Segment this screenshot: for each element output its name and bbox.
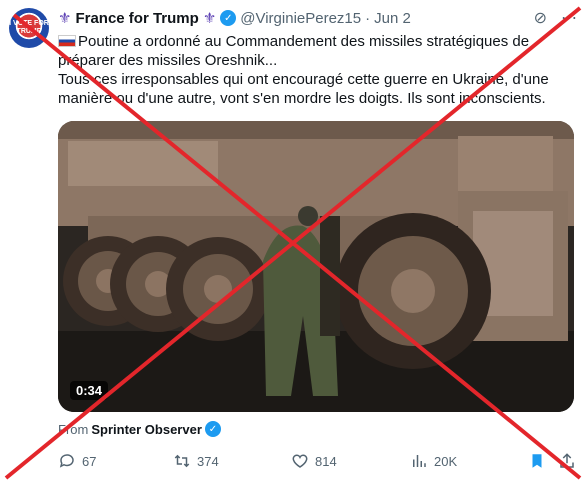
post-date[interactable]: Jun 2 [374, 10, 411, 27]
media-attribution: From Sprinter Observer ✓ [58, 421, 221, 437]
video-player[interactable]: 0:34 [58, 121, 574, 412]
avatar-text: I VOTE FOR TRUMP [9, 20, 49, 35]
reply-count: 67 [82, 453, 97, 469]
russia-flag-icon [58, 35, 76, 47]
video-frame [58, 121, 574, 412]
share-icon [560, 453, 574, 468]
share-button[interactable] [558, 452, 576, 470]
video-duration: 0:34 [70, 381, 109, 400]
fleur-de-lis-icon-2: ⚜ [202, 10, 217, 27]
repost-icon [174, 454, 190, 468]
more-options-icon[interactable]: ⋯ [561, 8, 577, 28]
source-account[interactable]: Sprinter Observer [91, 422, 202, 437]
from-prefix: From [58, 421, 89, 437]
header-icons: ⊘ ⋯ [534, 8, 577, 28]
verified-badge-icon: ✓ [220, 10, 237, 26]
like-button[interactable]: 814 [291, 452, 337, 470]
grok-icon[interactable]: ⊘ [534, 8, 547, 28]
reply-button[interactable]: 67 [58, 452, 96, 470]
tweet-text: Poutine a ordonné au Commandement des mi… [58, 32, 573, 108]
view-count: 20K [434, 453, 458, 469]
display-name[interactable]: France for Trump [75, 10, 198, 27]
avatar[interactable]: I VOTE FOR TRUMP [9, 8, 49, 48]
tweet-line-1: Poutine a ordonné au Commandement des mi… [58, 33, 530, 69]
tweet-line-2: Tous ces irresponsables qui ont encourag… [58, 71, 549, 107]
user-handle[interactable]: @VirginiePerez15 [240, 10, 361, 27]
views-button[interactable]: 20K [410, 452, 457, 470]
heart-icon [292, 454, 308, 468]
like-count: 814 [315, 453, 337, 469]
source-verified-icon: ✓ [204, 421, 221, 437]
action-bar: 67 374 814 20K [58, 452, 577, 470]
bookmark-icon [532, 454, 542, 468]
bookmark-button[interactable] [528, 452, 546, 470]
separator-dot: · [365, 9, 371, 27]
tweet-header: ⚜ France for Trump ⚜ ✓ @VirginiePerez15 … [58, 8, 577, 28]
views-bar-chart-icon [413, 455, 426, 467]
reply-icon [59, 454, 74, 468]
fleur-de-lis-icon: ⚜ [58, 10, 72, 27]
repost-count: 374 [197, 453, 219, 469]
repost-button[interactable]: 374 [173, 452, 219, 470]
